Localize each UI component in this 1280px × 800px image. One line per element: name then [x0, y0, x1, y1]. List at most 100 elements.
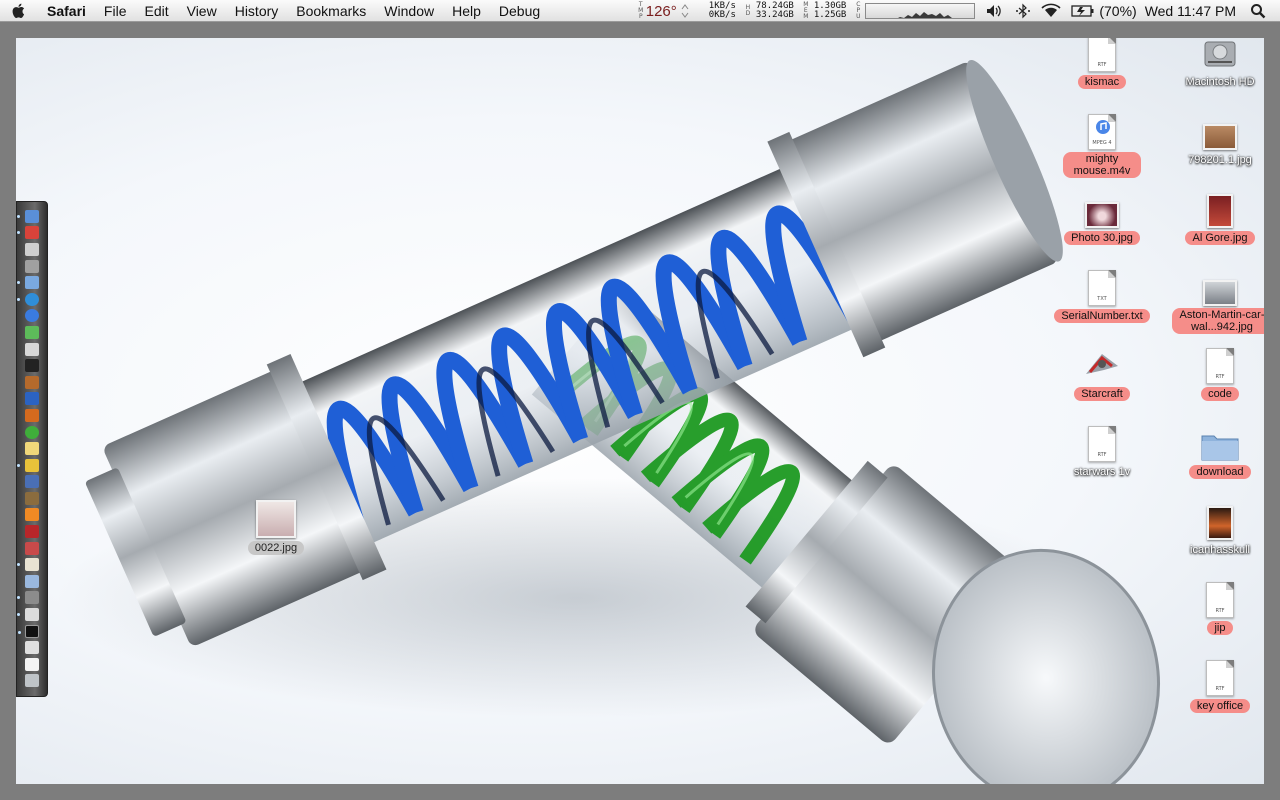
address-book-icon[interactable]	[25, 342, 39, 356]
stickies-icon[interactable]	[17, 458, 39, 472]
messenger-icon[interactable]	[25, 425, 39, 439]
preview-icon[interactable]	[25, 259, 39, 273]
desktop-icon-photo-30[interactable]: Photo 30.jpg	[1054, 186, 1150, 246]
menu-file[interactable]: File	[95, 0, 136, 22]
battery-percent: (70%)	[1099, 3, 1137, 19]
menu-window[interactable]: Window	[375, 0, 443, 22]
apple-menu-icon[interactable]	[0, 3, 38, 19]
mail-icon[interactable]	[17, 276, 39, 290]
terminal-icon[interactable]	[18, 624, 39, 638]
mem-free: 1.25GB	[813, 10, 847, 20]
textedit-icon[interactable]	[25, 442, 39, 456]
calendar-icon[interactable]	[17, 226, 39, 240]
activity-monitor-icon[interactable]	[17, 608, 39, 622]
icon-label: 798201.1.jpg	[1188, 154, 1252, 166]
desktop-icon-macintosh-hd[interactable]: Macintosh HD	[1172, 38, 1264, 90]
icon-label: mighty mouse.m4v	[1063, 152, 1141, 178]
script-icon[interactable]	[17, 558, 39, 572]
folder-icon	[1201, 435, 1239, 461]
desktop-icon-starwars[interactable]: RTF starwars 1v	[1054, 420, 1150, 480]
starcraft-app-icon	[1086, 354, 1118, 374]
desktop-icon-al-gore[interactable]: Al Gore.jpg	[1172, 186, 1264, 246]
menu-safari[interactable]: Safari	[38, 0, 95, 22]
photo-thumbnail-icon	[1085, 202, 1119, 228]
icon-label: kismac	[1077, 75, 1127, 89]
utility-icon[interactable]	[25, 541, 39, 555]
spotlight-icon[interactable]	[1250, 0, 1266, 22]
word-icon[interactable]	[25, 392, 39, 406]
icon-label: Macintosh HD	[1185, 76, 1255, 88]
temperature-monitor[interactable]: TMP 126°	[638, 0, 689, 22]
desktop-icon-jip[interactable]: RTF jip	[1172, 576, 1264, 636]
dvd-player-icon[interactable]	[25, 525, 39, 539]
itunes-icon[interactable]	[25, 309, 39, 323]
desktop-icon-key-office[interactable]: RTF key office	[1172, 654, 1264, 714]
photo-thumbnail-icon	[1203, 124, 1237, 150]
network-app-icon[interactable]	[25, 574, 39, 588]
disk-monitor[interactable]: HD 78.24GB 33.24GB	[745, 0, 794, 22]
cpu-graph	[865, 3, 976, 19]
mem-label: MEM	[803, 1, 809, 20]
hard-drive-icon	[1204, 41, 1236, 67]
icon-label: 0022.jpg	[247, 541, 305, 555]
desktop-icon-mighty-mouse[interactable]: MPEG 4 mighty mouse.m4v	[1054, 108, 1150, 179]
volume-icon[interactable]	[985, 0, 1005, 22]
rtf-document-icon: RTF	[1088, 426, 1116, 462]
desktop-icon-starcraft[interactable]: Starcraft	[1054, 342, 1150, 402]
game-icon[interactable]	[25, 491, 39, 505]
status-menus: TMP 126° 1KB/s 0KB/s HD 78.24GB 33.24GB …	[638, 0, 1280, 22]
icon-label: jip	[1207, 621, 1233, 635]
icon-label: key office	[1189, 699, 1251, 713]
icon-label: Aston-Martin-car-wal...942.jpg	[1172, 308, 1264, 334]
txt-document-icon: TXT	[1088, 270, 1116, 306]
icon-label: download	[1189, 465, 1251, 479]
mpeg4-video-icon: MPEG 4	[1088, 114, 1116, 150]
rtf-document-icon: RTF	[1206, 348, 1234, 384]
applications-stack-icon[interactable]	[25, 641, 39, 655]
menu-edit[interactable]: Edit	[135, 0, 177, 22]
battery-status[interactable]: (70%)	[1071, 0, 1137, 22]
temperature-value: 126°	[645, 2, 677, 20]
menubar-clock[interactable]: Wed 11:47 PM	[1145, 3, 1236, 19]
system-preferences-icon[interactable]	[17, 591, 39, 605]
safari-icon[interactable]	[17, 292, 39, 306]
powerpoint-icon[interactable]	[25, 408, 39, 422]
terminal-app-icon[interactable]	[25, 359, 39, 373]
menu-debug[interactable]: Debug	[490, 0, 549, 22]
desktop-icon-aston-martin[interactable]: Aston-Martin-car-wal...942.jpg	[1172, 264, 1264, 335]
desktop-icon-0022[interactable]: 0022.jpg	[228, 496, 324, 556]
desktop-icon-kismac[interactable]: RTF kismac	[1054, 38, 1150, 90]
finder-icon[interactable]	[17, 209, 39, 223]
rtf-document-icon: RTF	[1088, 38, 1116, 72]
menu-bookmarks[interactable]: Bookmarks	[287, 0, 375, 22]
memory-monitor[interactable]: MEM 1.30GB 1.25GB	[803, 0, 847, 22]
ichat-icon[interactable]	[25, 325, 39, 339]
desktop-icon-icanhasskull[interactable]: icanhasskull	[1172, 498, 1264, 558]
photo-thumbnail-icon	[1207, 194, 1233, 228]
vlc-icon[interactable]	[25, 508, 39, 522]
bluetooth-icon[interactable]	[1015, 0, 1031, 22]
icon-label: code	[1201, 387, 1239, 401]
cpu-monitor[interactable]: CPU	[855, 0, 976, 22]
photo-thumbnail-icon	[1207, 506, 1233, 540]
dashboard-icon[interactable]	[25, 242, 39, 256]
menu-help[interactable]: Help	[443, 0, 490, 22]
desktop[interactable]: RTF kismac MPEG 4 mighty mouse.m4v Photo…	[16, 38, 1264, 784]
wifi-icon[interactable]	[1041, 0, 1061, 22]
icon-label: SerialNumber.txt	[1054, 309, 1150, 323]
photo-app-icon[interactable]	[25, 375, 39, 389]
desktop-icon-download[interactable]: download	[1172, 420, 1264, 480]
hd-free: 33.24GB	[755, 10, 794, 20]
photo-thumbnail-icon	[1203, 280, 1237, 306]
imovie-icon[interactable]	[25, 475, 39, 489]
hd-label: HD	[745, 4, 751, 17]
trash-icon[interactable]	[25, 674, 39, 688]
menu-history[interactable]: History	[226, 0, 288, 22]
menu-view[interactable]: View	[178, 0, 226, 22]
desktop-icon-798201[interactable]: 798201.1.jpg	[1172, 108, 1264, 168]
desktop-icon-serialnumber[interactable]: TXT SerialNumber.txt	[1054, 264, 1150, 324]
menu-bar: Safari File Edit View History Bookmarks …	[0, 0, 1280, 22]
network-monitor[interactable]: 1KB/s 0KB/s	[709, 0, 736, 22]
desktop-icon-code[interactable]: RTF code	[1172, 342, 1264, 402]
documents-stack-icon[interactable]	[25, 657, 39, 671]
